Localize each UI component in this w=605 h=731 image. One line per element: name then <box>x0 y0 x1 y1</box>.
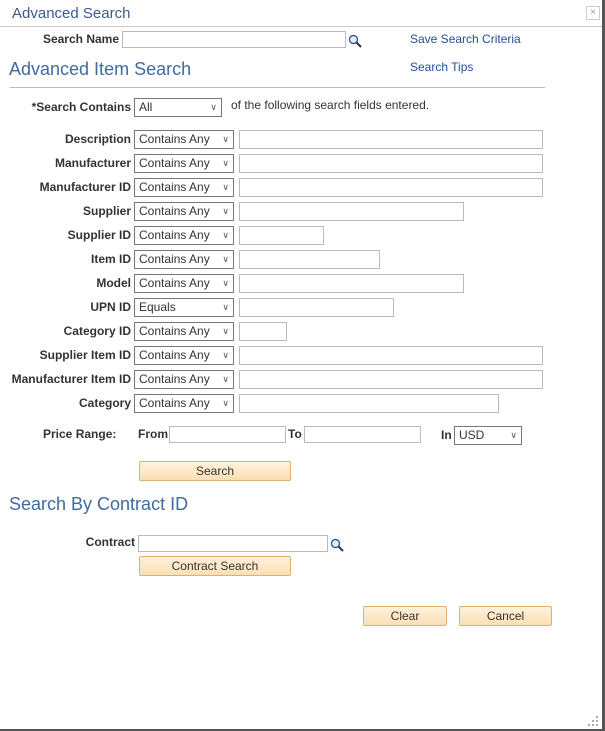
currency-in-label: In <box>441 428 452 442</box>
advanced-item-search-heading: Advanced Item Search <box>9 59 192 79</box>
save-search-criteria-link[interactable]: Save Search Criteria <box>410 32 521 46</box>
manufacturer-operator-value: Contains Any <box>139 156 210 170</box>
manufacturer-id-label: Manufacturer ID <box>39 180 131 194</box>
currency-select[interactable]: USD ∨ <box>454 426 522 445</box>
chevron-down-icon: ∨ <box>222 350 229 360</box>
search-contains-value: All <box>139 100 153 114</box>
upn-id-input[interactable] <box>239 298 394 317</box>
chevron-down-icon: ∨ <box>222 278 229 288</box>
item-id-operator-value: Contains Any <box>139 252 210 266</box>
advanced-search-dialog: Advanced Search × Search Name Save Searc… <box>0 0 605 731</box>
category-id-label: Category ID <box>63 324 131 338</box>
search-contains-select[interactable]: All ∨ <box>134 98 222 117</box>
supplier-id-label: Supplier ID <box>67 228 131 242</box>
chevron-down-icon: ∨ <box>510 430 517 440</box>
category-id-input[interactable] <box>239 322 287 341</box>
contract-label: Contract <box>85 535 135 549</box>
supplier-item-id-input[interactable] <box>239 346 543 365</box>
currency-value: USD <box>459 428 485 442</box>
supplier-label: Supplier <box>82 204 131 218</box>
price-from-label: From <box>138 427 168 441</box>
manufacturer-label: Manufacturer <box>54 156 131 170</box>
cancel-button[interactable]: Cancel <box>459 606 552 626</box>
model-operator-select[interactable]: Contains Any ∨ <box>134 274 234 293</box>
category-label: Category <box>78 396 131 410</box>
manufacturer-item-id-operator-value: Contains Any <box>139 372 210 386</box>
supplier-operator-select[interactable]: Contains Any ∨ <box>134 202 234 221</box>
contract-input[interactable] <box>138 535 328 552</box>
price-to-label: To <box>288 427 302 441</box>
chevron-down-icon: ∨ <box>222 374 229 384</box>
chevron-down-icon: ∨ <box>210 102 217 112</box>
supplier-input[interactable] <box>239 202 464 221</box>
manufacturer-item-id-operator-select[interactable]: Contains Any ∨ <box>134 370 234 389</box>
item-id-input[interactable] <box>239 250 380 269</box>
chevron-down-icon: ∨ <box>222 206 229 216</box>
price-to-input[interactable] <box>304 426 421 443</box>
contract-search-heading: Search By Contract ID <box>9 494 189 514</box>
price-range-label: Price Range: <box>43 427 117 441</box>
search-contains-label: *Search Contains <box>31 100 131 114</box>
chevron-down-icon: ∨ <box>222 254 229 264</box>
close-icon[interactable]: × <box>586 6 600 20</box>
manufacturer-id-operator-select[interactable]: Contains Any ∨ <box>134 178 234 197</box>
clear-button[interactable]: Clear <box>363 606 447 626</box>
resize-grip-icon[interactable] <box>588 716 600 728</box>
item-id-label: Item ID <box>90 252 131 266</box>
supplier-id-operator-select[interactable]: Contains Any ∨ <box>134 226 234 245</box>
category-id-operator-value: Contains Any <box>139 324 210 338</box>
upn-id-operator-select[interactable]: Equals ∨ <box>134 298 234 317</box>
search-tips-link[interactable]: Search Tips <box>410 60 473 74</box>
category-id-operator-select[interactable]: Contains Any ∨ <box>134 322 234 341</box>
supplier-item-id-operator-value: Contains Any <box>139 348 210 362</box>
search-button[interactable]: Search <box>139 461 291 481</box>
chevron-down-icon: ∨ <box>222 182 229 192</box>
model-operator-value: Contains Any <box>139 276 210 290</box>
description-operator-select[interactable]: Contains Any ∨ <box>134 130 234 149</box>
upn-id-label: UPN ID <box>90 300 131 314</box>
upn-id-operator-value: Equals <box>139 300 176 314</box>
contract-search-button[interactable]: Contract Search <box>139 556 291 576</box>
dialog-title: Advanced Search <box>12 5 131 22</box>
chevron-down-icon: ∨ <box>222 230 229 240</box>
category-operator-select[interactable]: Contains Any ∨ <box>134 394 234 413</box>
manufacturer-id-input[interactable] <box>239 178 543 197</box>
description-label: Description <box>64 132 131 146</box>
manufacturer-id-operator-value: Contains Any <box>139 180 210 194</box>
chevron-down-icon: ∨ <box>222 158 229 168</box>
search-name-lookup-icon[interactable] <box>348 34 362 48</box>
dialog-titlebar: Advanced Search × <box>0 0 602 27</box>
item-id-operator-select[interactable]: Contains Any ∨ <box>134 250 234 269</box>
model-input[interactable] <box>239 274 464 293</box>
section-divider <box>10 87 545 88</box>
price-from-input[interactable] <box>169 426 286 443</box>
search-contains-suffix: of the following search fields entered. <box>231 98 430 112</box>
supplier-item-id-operator-select[interactable]: Contains Any ∨ <box>134 346 234 365</box>
manufacturer-item-id-label: Manufacturer Item ID <box>11 372 131 386</box>
contract-lookup-icon[interactable] <box>330 538 344 552</box>
supplier-id-operator-value: Contains Any <box>139 228 210 242</box>
supplier-operator-value: Contains Any <box>139 204 210 218</box>
model-label: Model <box>96 276 131 290</box>
description-operator-value: Contains Any <box>139 132 210 146</box>
chevron-down-icon: ∨ <box>222 134 229 144</box>
description-input[interactable] <box>239 130 543 149</box>
chevron-down-icon: ∨ <box>222 398 229 408</box>
chevron-down-icon: ∨ <box>222 302 229 312</box>
manufacturer-operator-select[interactable]: Contains Any ∨ <box>134 154 234 173</box>
search-name-label: Search Name <box>42 32 119 46</box>
manufacturer-input[interactable] <box>239 154 543 173</box>
category-input[interactable] <box>239 394 499 413</box>
search-name-input[interactable] <box>122 31 346 48</box>
supplier-item-id-label: Supplier Item ID <box>39 348 131 362</box>
supplier-id-input[interactable] <box>239 226 324 245</box>
manufacturer-item-id-input[interactable] <box>239 370 543 389</box>
category-operator-value: Contains Any <box>139 396 210 410</box>
chevron-down-icon: ∨ <box>222 326 229 336</box>
